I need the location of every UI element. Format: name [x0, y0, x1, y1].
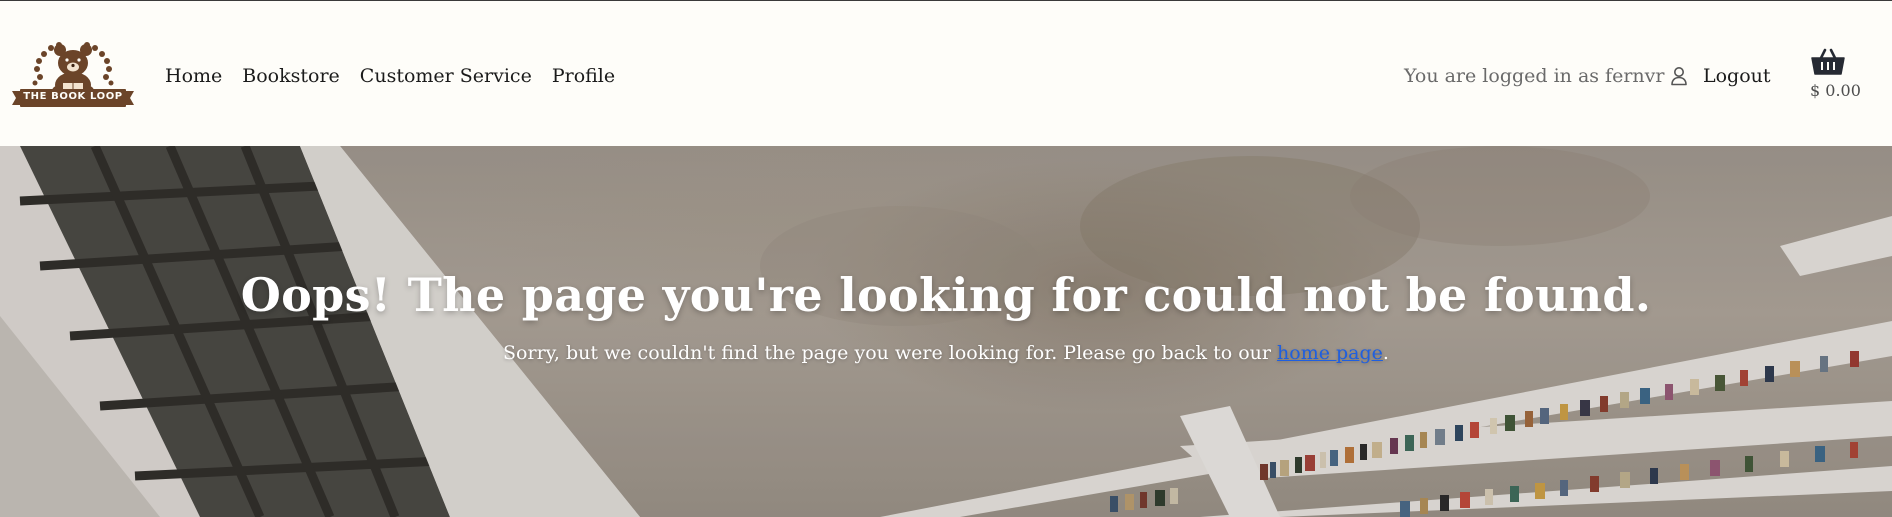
error-title: Oops! The page you're looking for could … — [240, 268, 1652, 322]
cart-total: $ 0.00 — [1810, 81, 1861, 100]
basket-icon[interactable] — [1810, 47, 1846, 77]
error-message-text: Sorry, but we couldn't find the page you… — [503, 342, 1271, 364]
error-message: Sorry, but we couldn't find the page you… — [0, 342, 1892, 364]
main-nav: Home Bookstore Customer Service Profile — [165, 61, 635, 91]
site-logo[interactable]: THE BOOK LOOP — [10, 33, 136, 113]
logout-link[interactable]: Logout — [1703, 61, 1771, 91]
login-status: You are logged in as fernvr — [1404, 61, 1688, 91]
nav-home[interactable]: Home — [165, 61, 222, 91]
user-icon[interactable] — [1670, 66, 1688, 86]
site-header: THE BOOK LOOP Home Bookstore Customer Se… — [0, 1, 1892, 146]
logo-text: THE BOOK LOOP — [23, 91, 123, 102]
nav-bookstore[interactable]: Bookstore — [242, 61, 340, 91]
home-page-link[interactable]: home page — [1277, 342, 1383, 364]
nav-customer-service[interactable]: Customer Service — [360, 61, 532, 91]
error-message-end: . — [1382, 342, 1389, 364]
nav-profile[interactable]: Profile — [552, 61, 615, 91]
error-hero: Oops! The page you're looking for could … — [0, 146, 1892, 517]
login-status-text: You are logged in as fernvr — [1404, 65, 1665, 87]
cart[interactable]: $ 0.00 — [1806, 47, 1876, 103]
